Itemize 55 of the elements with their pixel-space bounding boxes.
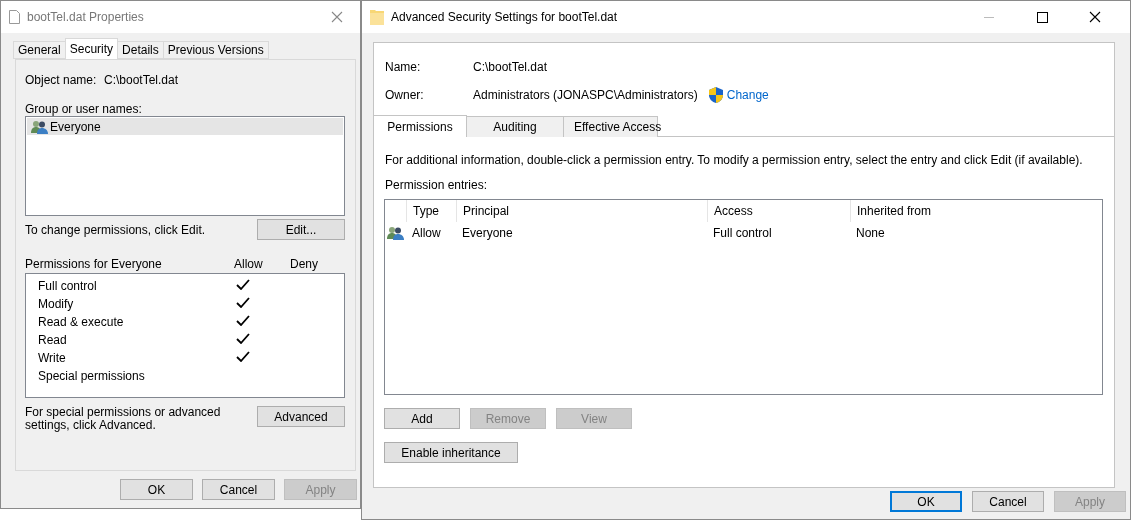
owner-name: Administrators (JONASPC\Administrators) <box>473 88 698 102</box>
folder-icon <box>370 9 384 25</box>
file-icon <box>9 10 20 24</box>
column-header[interactable]: Principal <box>456 200 707 222</box>
column-header: Allow <box>234 257 264 271</box>
owner-label: Owner: <box>385 88 425 102</box>
window-title: bootTel.dat Properties <box>27 10 145 24</box>
permissions-label: Permissions for Everyone <box>25 257 163 271</box>
dialog-button[interactable]: Cancel <box>202 479 275 500</box>
table-cell-text: Everyone <box>461 226 514 240</box>
dialog-button[interactable]: Cancel <box>972 491 1044 512</box>
table-cell-text: None <box>855 226 886 240</box>
change-hint: To change permissions, click Edit. <box>25 222 206 237</box>
name-label: Name: <box>385 60 422 74</box>
dialog-button[interactable]: OK <box>890 491 962 512</box>
users-icon <box>387 226 404 240</box>
object-name: C:\bootTel.dat <box>473 60 548 74</box>
permission-name: Write <box>38 351 67 365</box>
tab[interactable]: Previous Versions <box>162 41 269 59</box>
permission-name: Read <box>38 333 68 347</box>
edit-button[interactable]: Edit... <box>257 219 345 240</box>
minimize-icon <box>984 16 994 18</box>
advanced-hint: For special permissions or advanced settings, click Advanced. <box>25 406 222 432</box>
permission-name: Modify <box>38 297 75 311</box>
tab[interactable]: Details <box>117 41 164 59</box>
column-header[interactable]: Type <box>406 200 456 222</box>
advanced-button[interactable]: Advanced <box>257 406 345 427</box>
window-title: Advanced Security Settings for bootTel.dat <box>391 10 619 24</box>
group-item[interactable]: Everyone <box>27 118 343 135</box>
close-icon <box>1089 11 1101 23</box>
group-label: Group or user names: <box>25 101 142 116</box>
table-cell-text: Allow <box>411 226 442 240</box>
permission-name: Special permissions <box>38 369 146 383</box>
entries-label: Permission entries: <box>385 178 488 192</box>
object-name: C:\bootTel.dat <box>104 73 179 87</box>
permission-name: Full control <box>38 279 98 293</box>
users-icon <box>31 119 48 134</box>
enable-inheritance-button[interactable]: Enable inheritance <box>384 442 518 463</box>
tab[interactable]: General <box>13 41 66 59</box>
maximize-icon <box>1036 11 1048 23</box>
entry-button[interactable]: Add <box>384 408 460 429</box>
column-header[interactable]: Access <box>707 200 850 222</box>
tab[interactable]: Auditing <box>466 116 564 137</box>
permission-name: Read & execute <box>38 315 125 329</box>
column-header: Deny <box>290 257 319 271</box>
tab[interactable]: Permissions <box>374 115 467 137</box>
info-text: For additional information, double-click a permission entry. To modify a permission entry, select the entry and click Edit (if available). <box>385 153 1083 167</box>
tab[interactable]: Security <box>64 38 119 59</box>
shield-icon <box>708 87 723 103</box>
column-header[interactable]: Inherited from <box>850 200 1102 222</box>
object-name-label: Object name: <box>25 73 98 87</box>
change-link[interactable]: Change <box>726 88 769 102</box>
dialog-button[interactable]: OK <box>120 479 193 500</box>
close-icon <box>331 11 343 23</box>
table-cell-text: Full control <box>712 226 773 240</box>
